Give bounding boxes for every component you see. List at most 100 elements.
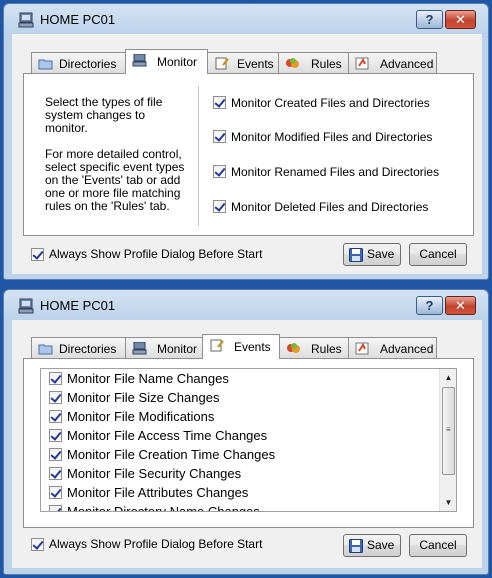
tab-monitor[interactable]: Monitor	[125, 49, 208, 74]
always-show-checkbox[interactable]	[31, 538, 44, 551]
close-icon: ✕	[455, 298, 466, 313]
always-show-label[interactable]: Always Show Profile Dialog Before Start	[49, 247, 262, 261]
floppy-disk-icon	[349, 248, 363, 262]
checkbox[interactable]	[49, 429, 62, 442]
computer-icon	[18, 298, 34, 314]
cancel-button[interactable]: Cancel	[409, 534, 467, 557]
description-line: monitor.	[45, 121, 88, 135]
list-item[interactable]: Monitor File Attributes Changes	[41, 483, 436, 502]
grip-icon: ≡	[446, 425, 451, 434]
list-item-label: Monitor File Attributes Changes	[67, 485, 249, 500]
computer-icon	[132, 54, 147, 67]
tab-events[interactable]: Events	[207, 52, 279, 74]
tab-monitor-label: Monitor	[157, 55, 198, 69]
list-item-label: Monitor File Modifications	[67, 409, 215, 424]
notepad-icon	[215, 57, 229, 70]
window-title: HOME PC01	[40, 298, 116, 313]
save-button-label: Save	[367, 247, 395, 261]
description-line: rules on the 'Rules' tab.	[45, 199, 170, 213]
option-created-label: Monitor Created Files and Directories	[231, 96, 430, 110]
close-icon: ✕	[455, 12, 466, 27]
checkbox[interactable]	[49, 410, 62, 423]
tab-rules[interactable]: Rules	[278, 52, 349, 74]
tab-events-label: Events	[234, 340, 271, 354]
monitor-panel: Select the types of file system changes …	[23, 73, 474, 236]
tab-directories-label: Directories	[59, 57, 117, 71]
checkbox[interactable]	[49, 391, 62, 404]
tab-advanced-label: Advanced	[380, 57, 434, 71]
floppy-disk-icon	[349, 539, 363, 553]
vertical-scrollbar[interactable]: ▲ ≡ ▼	[439, 369, 456, 511]
tab-monitor-label: Monitor	[157, 342, 198, 356]
cancel-button-label: Cancel	[419, 247, 457, 261]
list-item-label: Monitor File Access Time Changes	[67, 428, 268, 443]
checkbox[interactable]	[49, 467, 62, 480]
list-item-label: Monitor File Creation Time Changes	[67, 447, 276, 462]
tab-rules-label: Rules	[311, 57, 342, 71]
list-item[interactable]: Monitor File Size Changes	[41, 388, 436, 407]
events-panel: Monitor File Name Changes Monitor File S…	[23, 358, 474, 528]
computer-icon	[132, 342, 147, 355]
checkbox[interactable]	[49, 372, 62, 385]
list-item-label: Monitor File Name Changes	[67, 371, 229, 386]
scroll-up-icon[interactable]: ▲	[440, 369, 456, 386]
tab-monitor[interactable]: Monitor	[125, 337, 203, 359]
tab-rules-label: Rules	[311, 342, 342, 356]
checkbox[interactable]	[49, 486, 62, 499]
tab-events[interactable]: Events	[202, 334, 280, 359]
folder-icon	[38, 59, 53, 70]
help-icon: ?	[425, 298, 434, 313]
scroll-thumb[interactable]: ≡	[442, 387, 455, 475]
scroll-down-icon[interactable]: ▼	[440, 494, 456, 511]
list-item[interactable]: Monitor Directory Name Changes	[41, 502, 436, 511]
notepad-icon	[210, 339, 224, 352]
tab-directories[interactable]: Directories	[31, 52, 126, 74]
tab-advanced-label: Advanced	[380, 342, 434, 356]
cancel-button[interactable]: Cancel	[409, 243, 467, 266]
rules-icon	[287, 343, 300, 353]
save-button[interactable]: Save	[343, 534, 401, 557]
list-item[interactable]: Monitor File Modifications	[41, 407, 436, 426]
tab-rules[interactable]: Rules	[279, 337, 349, 359]
monitor-description: Select the types of file system changes …	[45, 96, 184, 213]
dialog-client: Directories Monitor Events Rules Advance…	[12, 34, 482, 274]
option-deleted-label: Monitor Deleted Files and Directories	[231, 200, 429, 214]
close-button[interactable]: ✕	[445, 296, 476, 315]
checkbox[interactable]	[49, 448, 62, 461]
help-button[interactable]: ?	[416, 296, 443, 315]
checkbox-deleted[interactable]	[213, 200, 226, 213]
title-bar[interactable]: HOME PC01 ? ✕	[4, 290, 488, 320]
folder-icon	[38, 344, 53, 355]
events-list[interactable]: Monitor File Name Changes Monitor File S…	[40, 368, 457, 512]
save-button[interactable]: Save	[343, 243, 401, 266]
tab-directories-label: Directories	[59, 342, 117, 356]
window-title: HOME PC01	[40, 12, 116, 27]
computer-icon	[18, 12, 34, 28]
always-show-checkbox[interactable]	[31, 248, 44, 261]
title-bar[interactable]: HOME PC01 ? ✕	[4, 4, 488, 34]
checkbox-renamed[interactable]	[213, 165, 226, 178]
checkbox-created[interactable]	[213, 96, 226, 109]
list-item[interactable]: Monitor File Security Changes	[41, 464, 436, 483]
checkbox[interactable]	[49, 505, 62, 511]
close-button[interactable]: ✕	[445, 10, 476, 29]
list-item[interactable]: Monitor File Access Time Changes	[41, 426, 436, 445]
dialog-client: Directories Monitor Events Rules Advance…	[12, 320, 482, 568]
tab-directories[interactable]: Directories	[31, 337, 126, 359]
dialog-monitor-tab: HOME PC01 ? ✕ Directories Monitor Events…	[3, 3, 489, 280]
option-modified-label: Monitor Modified Files and Directories	[231, 130, 433, 144]
list-item[interactable]: Monitor File Name Changes	[41, 369, 436, 388]
list-item-label: Monitor File Security Changes	[67, 466, 242, 481]
checkbox-modified[interactable]	[213, 130, 226, 143]
advanced-icon	[355, 57, 369, 70]
list-item[interactable]: Monitor File Creation Time Changes	[41, 445, 436, 464]
always-show-label[interactable]: Always Show Profile Dialog Before Start	[49, 537, 262, 551]
panel-divider	[198, 86, 199, 226]
tab-advanced[interactable]: Advanced	[348, 52, 437, 74]
dialog-events-tab: HOME PC01 ? ✕ Directories Monitor Events…	[3, 289, 489, 575]
help-button[interactable]: ?	[416, 10, 443, 29]
advanced-icon	[355, 342, 369, 355]
save-button-label: Save	[367, 538, 395, 552]
tab-advanced[interactable]: Advanced	[348, 337, 437, 359]
rules-icon	[286, 58, 299, 68]
